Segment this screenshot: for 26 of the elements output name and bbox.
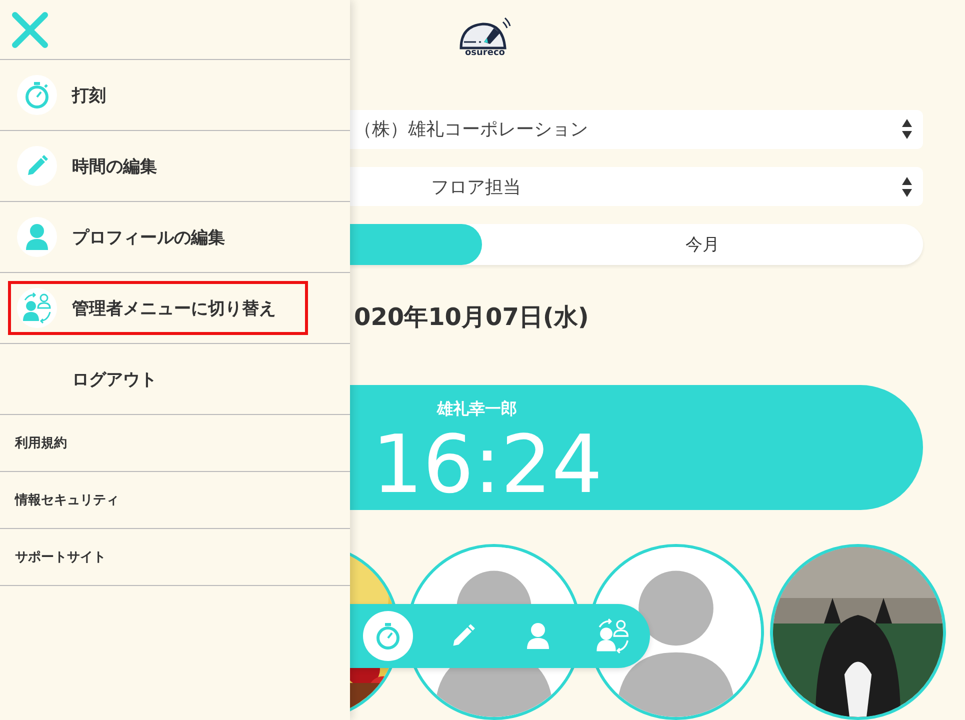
period-tab[interactable] — [350, 224, 482, 266]
date-heading: 020年10月07日(水) — [353, 302, 590, 334]
person-icon — [25, 223, 49, 251]
clock-time: 16:24 — [372, 420, 603, 510]
nav-button[interactable] — [362, 611, 412, 661]
stopwatch-icon — [24, 81, 50, 109]
pencil-icon — [25, 154, 49, 178]
menu-link[interactable]: サポートサイト — [0, 529, 350, 586]
menu-item[interactable]: 時間の編集 — [8, 139, 308, 193]
logo-icon — [458, 16, 512, 50]
close-icon[interactable] — [11, 10, 49, 48]
menu-item[interactable]: ログアウト — [8, 352, 308, 406]
menu-item[interactable]: プロフィールの編集 — [8, 210, 308, 264]
person-icon — [526, 621, 550, 651]
employee-name: 雄礼幸一郎 — [437, 399, 517, 420]
company-select[interactable]: （株）雄礼コーポレーション — [350, 110, 923, 150]
menu-item[interactable]: 打刻 — [8, 68, 308, 122]
user-switch-icon — [594, 618, 630, 654]
menu-item[interactable]: 管理者メニューに切り替え — [8, 281, 308, 335]
logo-text: osureco — [464, 48, 505, 58]
sort-arrows-icon — [901, 118, 913, 140]
role-select[interactable]: フロア担当 — [350, 167, 923, 206]
sort-arrows-icon — [901, 176, 913, 198]
stopwatch-icon — [374, 622, 400, 650]
user-switch-icon — [21, 292, 53, 324]
menu-link[interactable]: 情報セキュリティ — [0, 472, 350, 529]
